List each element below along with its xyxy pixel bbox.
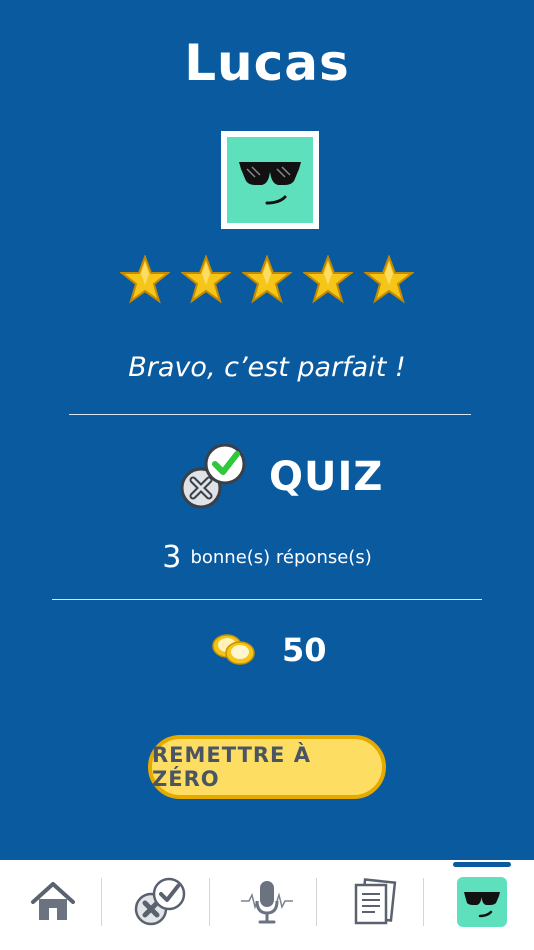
tab-documents[interactable] bbox=[344, 878, 404, 930]
tab-separator bbox=[316, 878, 317, 926]
tab-quiz[interactable] bbox=[130, 877, 190, 931]
result-message: Bravo, c’est parfait ! bbox=[128, 352, 406, 383]
star-icon bbox=[364, 255, 414, 305]
quiz-icon bbox=[133, 877, 187, 931]
profile-avatar-icon bbox=[456, 876, 508, 932]
star-icon bbox=[303, 255, 353, 305]
coins-icon bbox=[211, 632, 257, 672]
reset-button[interactable]: REMETTRE À ZÉRO bbox=[148, 735, 386, 799]
player-name: Lucas bbox=[184, 34, 350, 92]
star-icon bbox=[242, 255, 292, 305]
star-icon bbox=[120, 255, 170, 305]
documents-icon bbox=[351, 878, 397, 930]
quiz-title: QUIZ bbox=[269, 454, 384, 500]
sunglasses-face-icon bbox=[227, 137, 313, 223]
tab-separator bbox=[101, 878, 102, 926]
active-tab-indicator bbox=[453, 862, 511, 867]
correct-answers-count: 3 bbox=[162, 540, 182, 575]
tab-microphone[interactable] bbox=[237, 878, 297, 930]
tab-separator bbox=[423, 878, 424, 926]
tab-home[interactable] bbox=[23, 878, 83, 930]
tab-separator bbox=[209, 878, 210, 926]
avatar-frame bbox=[221, 131, 319, 229]
check-cross-badge-icon bbox=[179, 443, 249, 514]
home-icon bbox=[30, 881, 76, 927]
correct-answers-label: bonne(s) réponse(s) bbox=[190, 547, 372, 568]
microphone-icon bbox=[239, 879, 295, 929]
profile-screen: Lucas Bravo, c’est parfait ! QUIZ 3 bonn… bbox=[0, 0, 534, 860]
coins-summary: 50 bbox=[0, 630, 534, 674]
divider bbox=[52, 599, 482, 600]
star-icon bbox=[181, 255, 231, 305]
tab-profile[interactable] bbox=[452, 876, 512, 932]
tab-bar bbox=[0, 860, 534, 950]
divider bbox=[69, 414, 471, 415]
rating-stars bbox=[0, 255, 534, 305]
correct-answers: 3 bonne(s) réponse(s) bbox=[0, 540, 534, 575]
quiz-summary: QUIZ bbox=[0, 443, 534, 514]
coins-value: 50 bbox=[282, 631, 327, 669]
